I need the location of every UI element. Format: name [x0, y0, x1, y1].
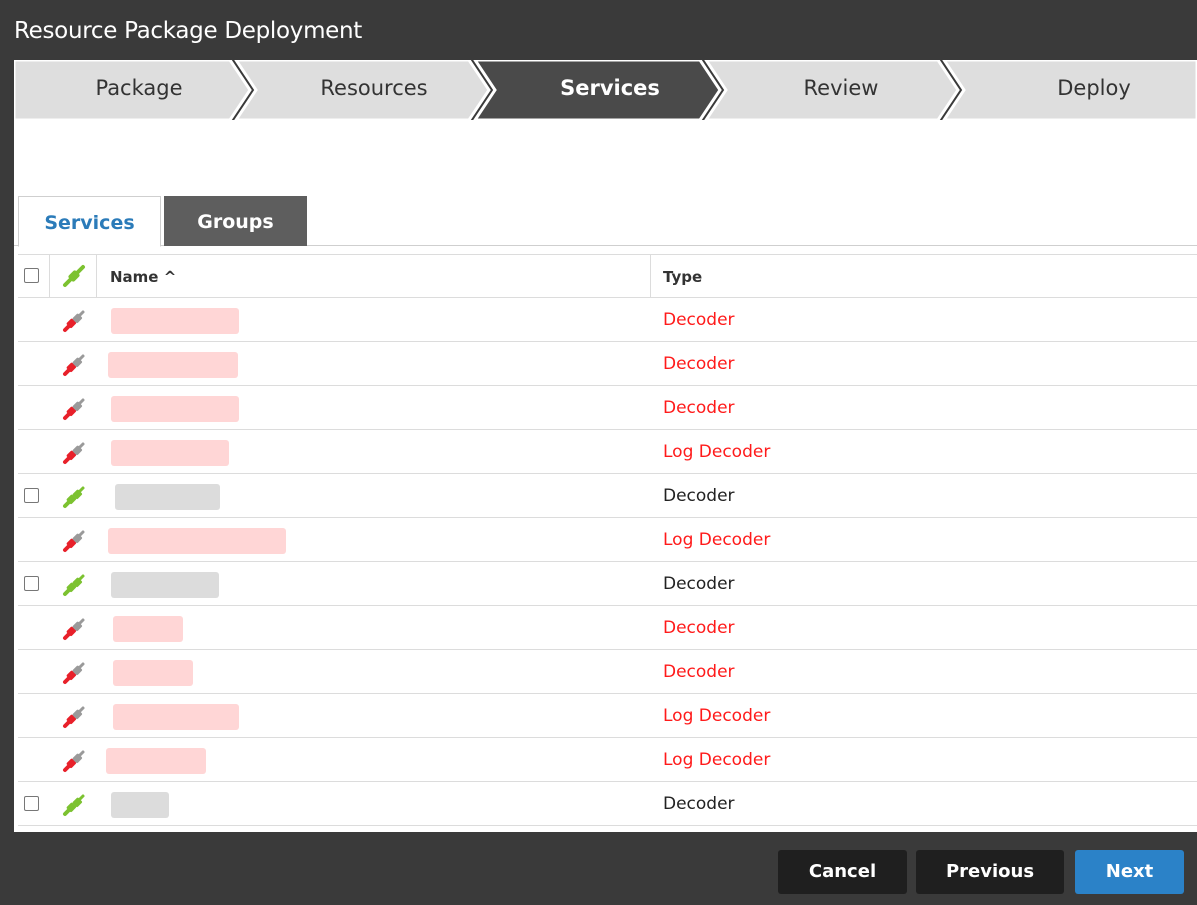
row-checkbox[interactable] — [24, 576, 39, 591]
service-type: Decoder — [663, 794, 735, 814]
service-type: Decoder — [663, 618, 735, 638]
disconnected-plug-icon — [63, 662, 85, 684]
dialog-title: Resource Package Deployment — [14, 18, 363, 44]
disconnected-plug-icon — [63, 530, 85, 552]
column-divider — [49, 255, 50, 299]
table-row[interactable]: Decoder — [18, 342, 1197, 386]
redacted-service-name — [111, 792, 169, 818]
service-type: Decoder — [663, 662, 735, 682]
title-bar: Resource Package Deployment — [0, 0, 1197, 60]
type-column-header[interactable]: Type — [663, 268, 702, 286]
column-divider — [96, 255, 97, 299]
table-row[interactable]: Decoder — [18, 650, 1197, 694]
connected-plug-icon — [63, 574, 85, 596]
table-row[interactable]: Decoder — [18, 782, 1197, 826]
step-services: Services — [560, 76, 660, 100]
service-type: Decoder — [663, 354, 735, 374]
disconnected-plug-icon — [63, 398, 85, 420]
row-checkbox[interactable] — [24, 796, 39, 811]
deployment-dialog: Resource Package Deployment Package Reso… — [0, 0, 1197, 905]
next-button[interactable]: Next — [1075, 850, 1184, 894]
service-type: Decoder — [663, 398, 735, 418]
redacted-service-name — [113, 616, 183, 642]
redacted-service-name — [108, 528, 286, 554]
tab-groups[interactable]: Groups — [164, 196, 307, 246]
table-row[interactable]: Log Decoder — [18, 430, 1197, 474]
step-review: Review — [803, 76, 879, 100]
connected-plug-icon — [63, 794, 85, 816]
previous-button[interactable]: Previous — [916, 850, 1064, 894]
status-plug-icon — [63, 265, 85, 287]
row-checkbox[interactable] — [24, 488, 39, 503]
table-row[interactable]: Log Decoder — [18, 738, 1197, 782]
disconnected-plug-icon — [63, 706, 85, 728]
cancel-button[interactable]: Cancel — [778, 850, 907, 894]
disconnected-plug-icon — [63, 618, 85, 640]
service-type: Log Decoder — [663, 530, 771, 550]
table-row[interactable]: Decoder — [18, 474, 1197, 518]
service-type: Log Decoder — [663, 750, 771, 770]
column-divider — [650, 255, 651, 299]
service-type: Decoder — [663, 310, 735, 330]
wizard-steps: Package Resources Services Review Deploy — [14, 60, 1197, 120]
disconnected-plug-icon — [63, 310, 85, 332]
content-panel: Services Groups Name ^ Type Decoder Deco… — [14, 120, 1197, 832]
footer-bar: Cancel Previous Next — [0, 832, 1197, 905]
name-column-header[interactable]: Name ^ — [110, 268, 176, 286]
step-package: Package — [95, 76, 183, 100]
service-type: Log Decoder — [663, 442, 771, 462]
tab-services[interactable]: Services — [18, 196, 161, 247]
disconnected-plug-icon — [63, 442, 85, 464]
redacted-service-name — [115, 484, 220, 510]
step-deploy: Deploy — [1057, 76, 1131, 100]
redacted-service-name — [111, 440, 229, 466]
redacted-service-name — [111, 308, 239, 334]
grid-header: Name ^ Type — [18, 254, 1197, 299]
table-row[interactable]: Decoder — [18, 562, 1197, 606]
disconnected-plug-icon — [63, 750, 85, 772]
redacted-service-name — [106, 748, 206, 774]
redacted-service-name — [111, 396, 239, 422]
service-type: Log Decoder — [663, 706, 771, 726]
redacted-service-name — [108, 352, 238, 378]
table-row[interactable]: Log Decoder — [18, 694, 1197, 738]
select-all-checkbox[interactable] — [24, 268, 39, 283]
tab-bar: Services Groups — [14, 196, 1197, 247]
redacted-service-name — [113, 660, 193, 686]
disconnected-plug-icon — [63, 354, 85, 376]
table-row[interactable]: Decoder — [18, 606, 1197, 650]
redacted-service-name — [111, 572, 219, 598]
connected-plug-icon — [63, 486, 85, 508]
service-type: Decoder — [663, 574, 735, 594]
table-row[interactable]: Log Decoder — [18, 518, 1197, 562]
table-row[interactable]: Decoder — [18, 386, 1197, 430]
step-resources: Resources — [320, 76, 428, 100]
service-type: Decoder — [663, 486, 735, 506]
table-row[interactable]: Decoder — [18, 298, 1197, 342]
redacted-service-name — [113, 704, 239, 730]
